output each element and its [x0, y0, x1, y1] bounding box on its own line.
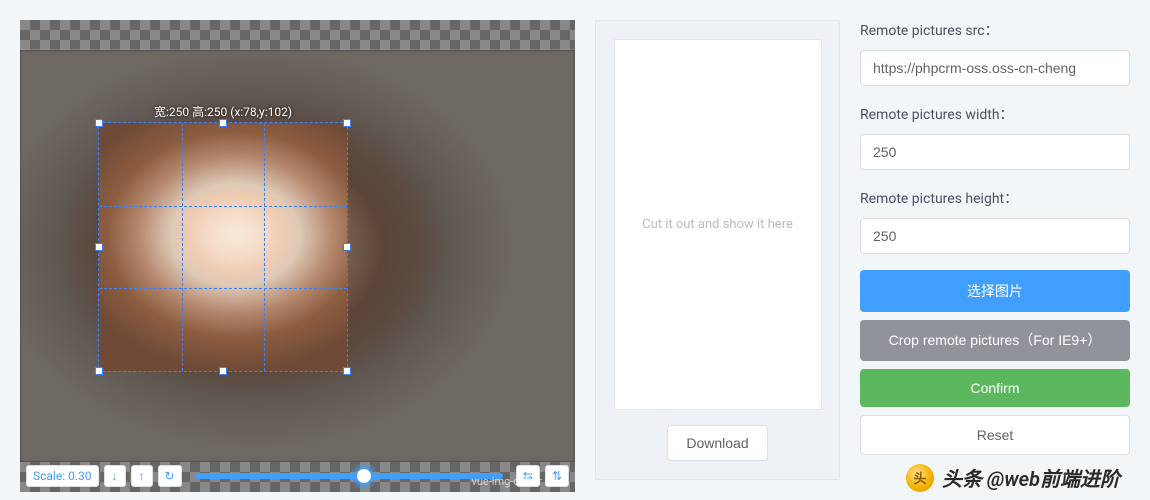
- src-label: Remote pictures src：: [860, 20, 1130, 40]
- crop-handle-br[interactable]: [343, 367, 351, 375]
- crop-handle-tl[interactable]: [95, 119, 103, 127]
- crop-handle-mr[interactable]: [343, 243, 351, 251]
- arrow-down-icon: ↓: [112, 469, 118, 483]
- choose-image-button[interactable]: 选择图片: [860, 270, 1130, 312]
- crop-grid-line: [99, 206, 347, 207]
- preview-box: Cut it out and show it here: [614, 39, 822, 410]
- crop-grid-line: [182, 123, 183, 371]
- preview-panel: Cut it out and show it here Download: [595, 20, 840, 480]
- preview-placeholder: Cut it out and show it here: [642, 217, 793, 232]
- attribution-footer: 头 头条 @web前端进阶: [906, 463, 1120, 492]
- zoom-slider[interactable]: [187, 473, 511, 479]
- crop-handle-ml[interactable]: [95, 243, 103, 251]
- download-button[interactable]: Download: [667, 425, 767, 461]
- height-label: Remote pictures height：: [860, 188, 1130, 208]
- crop-handle-bm[interactable]: [219, 367, 227, 375]
- arrow-up-icon: ↑: [139, 469, 145, 483]
- crop-grid-line: [264, 123, 265, 371]
- rotate-button[interactable]: ↻: [158, 465, 182, 487]
- crop-remote-button[interactable]: Crop remote pictures（For IE9+）: [860, 320, 1130, 361]
- move-down-button[interactable]: ↓: [104, 465, 126, 487]
- crop-handle-tm[interactable]: [219, 119, 227, 127]
- transparency-bg-top: [20, 20, 575, 50]
- crop-dimensions-label: 宽:250 高:250 (x:78,y:102): [154, 103, 292, 120]
- width-label: Remote pictures width：: [860, 104, 1130, 124]
- reset-button[interactable]: Reset: [860, 415, 1130, 455]
- remote-width-input[interactable]: [860, 134, 1130, 170]
- image-cropper: 宽:250 高:250 (x:78,y:102) Scale: 0.30 ↓ ↑…: [20, 20, 575, 492]
- remote-height-input[interactable]: [860, 218, 1130, 254]
- cropper-watermark: vue-img-cutter 2.1.3: [472, 475, 569, 488]
- rotate-icon: ↻: [165, 469, 175, 483]
- move-up-button[interactable]: ↑: [131, 465, 153, 487]
- confirm-button[interactable]: Confirm: [860, 369, 1130, 407]
- attribution-logo-icon: 头: [906, 464, 934, 492]
- attribution-text: 头条 @web前端进阶: [942, 463, 1120, 492]
- zoom-slider-track[interactable]: [195, 473, 503, 479]
- zoom-slider-thumb[interactable]: [355, 467, 373, 485]
- scale-value: Scale: 0.30: [26, 465, 99, 487]
- crop-grid-line: [99, 288, 347, 289]
- settings-form: Remote pictures src： Remote pictures wid…: [860, 20, 1130, 480]
- crop-selection[interactable]: 宽:250 高:250 (x:78,y:102): [98, 122, 348, 372]
- crop-window: [99, 123, 347, 371]
- remote-src-input[interactable]: [860, 50, 1130, 86]
- crop-handle-bl[interactable]: [95, 367, 103, 375]
- crop-handle-tr[interactable]: [343, 119, 351, 127]
